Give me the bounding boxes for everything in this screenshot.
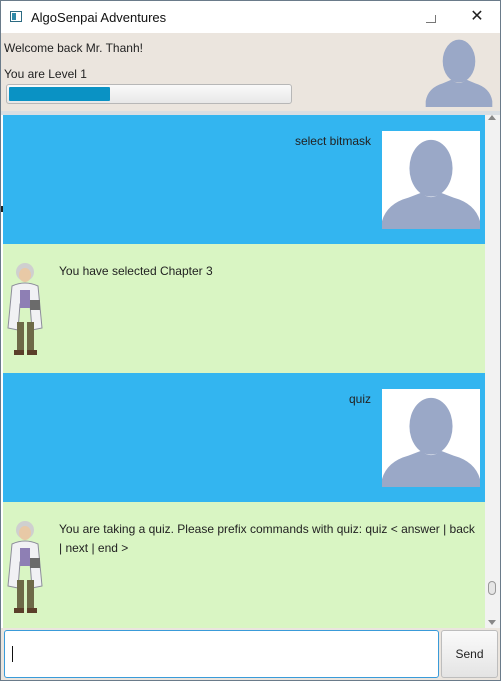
bot-message-text: You have selected Chapter 3 — [59, 264, 213, 278]
level-progress-bar — [6, 84, 292, 104]
player-header: Welcome back Mr. Thanh! You are Level 1 — [1, 33, 500, 111]
user-message: select bitmask — [3, 115, 485, 244]
professor-avatar — [6, 260, 50, 359]
command-input[interactable] — [4, 630, 439, 678]
level-text: You are Level 1 — [4, 67, 87, 81]
input-bar: Send — [1, 628, 500, 680]
window-title: AlgoSenpai Adventures — [31, 10, 167, 25]
user-avatar — [382, 389, 480, 487]
user-message: quiz — [3, 373, 485, 502]
professor-avatar — [6, 518, 50, 617]
send-button[interactable]: Send — [441, 630, 498, 678]
professor-icon — [6, 260, 50, 359]
user-message-text: select bitmask — [294, 134, 371, 148]
person-silhouette-icon — [425, 39, 493, 107]
scroll-thumb[interactable] — [488, 581, 496, 595]
chat-scroll-pane[interactable]: select bitmask You have selected Chapter… — [3, 115, 485, 628]
professor-icon — [6, 518, 50, 617]
bot-message-text: You are taking a quiz. Please prefix com… — [59, 522, 475, 555]
scroll-up-arrow-icon[interactable] — [488, 115, 496, 120]
welcome-text: Welcome back Mr. Thanh! — [4, 41, 143, 55]
user-avatar — [382, 131, 480, 229]
person-silhouette-icon — [382, 389, 480, 487]
title-bar: AlgoSenpai Adventures ✕ — [1, 1, 500, 33]
app-icon — [10, 11, 22, 22]
person-silhouette-icon — [382, 131, 480, 229]
scroll-down-arrow-icon[interactable] — [488, 620, 496, 625]
chat-scrollbar[interactable] — [485, 115, 500, 628]
user-message-text: quiz — [348, 392, 371, 406]
progress-fill — [9, 87, 110, 101]
player-avatar — [422, 33, 496, 107]
bot-message: You have selected Chapter 3 — [3, 244, 485, 373]
app-window: AlgoSenpai Adventures ✕ Welcome back Mr.… — [0, 0, 501, 681]
close-button[interactable]: ✕ — [457, 1, 497, 31]
bot-message: You are taking a quiz. Please prefix com… — [3, 502, 485, 628]
text-caret — [12, 646, 13, 662]
minimize-button[interactable] — [412, 1, 450, 31]
